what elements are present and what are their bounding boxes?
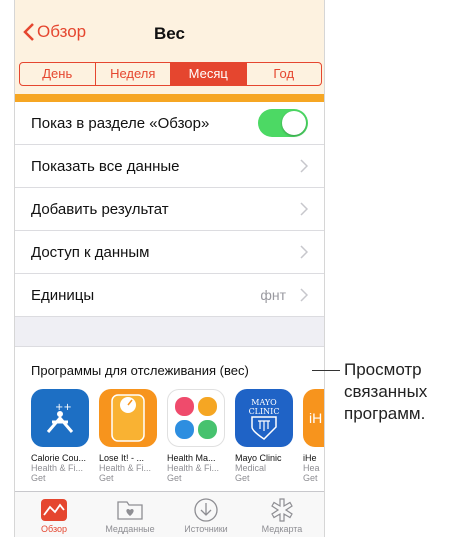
folder-heart-icon	[117, 501, 143, 520]
app-category: Health & Fi...	[99, 463, 152, 473]
segment-week[interactable]: Неделя	[96, 63, 171, 85]
callout-text: Просмотр связанных программ.	[344, 359, 427, 425]
ihealth-app-icon: iH	[303, 389, 324, 447]
data-access-row[interactable]: Доступ к данным	[15, 231, 324, 274]
app-category: Hea	[303, 463, 320, 473]
toggle-knob	[282, 111, 306, 135]
app-get-button[interactable]: Get	[167, 473, 233, 483]
tab-label: Медкарта	[261, 524, 303, 534]
svg-text:++: ++	[55, 402, 72, 413]
app-get-button[interactable]: Get	[303, 473, 324, 483]
tab-label: Источники	[184, 524, 228, 534]
show-all-data-row[interactable]: Показать все данные	[15, 145, 324, 188]
show-in-overview-row: Показ в разделе «Обзор»	[15, 102, 324, 145]
segment-month[interactable]: Месяц	[171, 63, 247, 85]
chevron-right-icon	[300, 202, 308, 216]
app-name: Calorie Cou...	[31, 453, 87, 463]
tab-sources[interactable]: Источники	[171, 496, 241, 534]
tab-overview[interactable]: Обзор	[19, 496, 89, 534]
app-get-button[interactable]: Get	[99, 473, 165, 483]
dashboard-icon	[41, 499, 67, 521]
show-all-data-label: Показать все данные	[31, 157, 180, 175]
units-row[interactable]: Единицы фнт	[15, 274, 324, 317]
section-heading: Программы для отслеживания (вес)	[31, 363, 249, 378]
app-tile[interactable]: ++ Calorie Cou... Health & Fi... Get	[31, 389, 97, 483]
app-name: iHe	[303, 453, 317, 463]
app-tile[interactable]: Lose It! - ... Health & Fi... Get	[99, 389, 165, 483]
app-get-button[interactable]: Get	[235, 473, 301, 483]
add-result-label: Добавить результат	[31, 200, 169, 218]
show-in-overview-toggle[interactable]	[258, 109, 308, 137]
app-category: Health & Fi...	[167, 463, 220, 473]
tab-medical-id[interactable]: Медкарта	[247, 496, 317, 534]
chevron-right-icon	[300, 159, 308, 173]
tracking-apps-section: Программы для отслеживания (вес) ++ Calo…	[15, 346, 324, 492]
chart-strip	[15, 94, 324, 102]
phone-screen: Обзор Вес День Неделя Месяц Год Показ в …	[14, 0, 325, 537]
chevron-right-icon	[300, 245, 308, 259]
app-name: Health Ma...	[167, 453, 216, 463]
app-get-button[interactable]: Get	[31, 473, 97, 483]
tab-health-data[interactable]: Медданные	[95, 496, 165, 534]
add-result-row[interactable]: Добавить результат	[15, 188, 324, 231]
segment-day[interactable]: День	[20, 63, 96, 85]
period-segmented-control: День Неделя Месяц Год	[19, 62, 322, 86]
settings-list: Показ в разделе «Обзор» Показать все дан…	[15, 102, 324, 317]
tab-bar: Обзор Медданные Источники Медкарта	[15, 491, 324, 537]
callout-line-1: Просмотр	[344, 360, 422, 379]
callout-pointer-line	[312, 370, 340, 371]
health-mate-app-icon	[167, 389, 225, 447]
mayo-clinic-app-icon: MAYO CLINIC	[235, 389, 293, 447]
segment-year[interactable]: Год	[247, 63, 322, 85]
svg-text:CLINIC: CLINIC	[249, 407, 280, 416]
myfitnesspal-app-icon: ++	[31, 389, 89, 447]
callout-line-3: программ.	[344, 404, 426, 423]
app-tile[interactable]: MAYO CLINIC Mayo Clinic Medical Get	[235, 389, 301, 483]
app-name: Mayo Clinic	[235, 453, 282, 463]
units-value: фнт	[260, 287, 286, 303]
download-circle-icon	[194, 498, 218, 522]
medical-star-icon	[271, 498, 293, 522]
chevron-right-icon	[300, 288, 308, 302]
data-access-label: Доступ к данным	[31, 243, 150, 261]
nav-bar: Обзор Вес День Неделя Месяц Год	[15, 0, 324, 94]
page-title: Вес	[154, 24, 185, 43]
app-name: Lose It! - ...	[99, 453, 145, 463]
app-category: Health & Fi...	[31, 463, 84, 473]
tab-label: Обзор	[41, 524, 67, 534]
tab-label: Медданные	[105, 524, 155, 534]
svg-text:MAYO: MAYO	[251, 398, 277, 407]
app-tile[interactable]: iH iHe Hea Get	[303, 389, 324, 483]
app-category: Medical	[235, 463, 267, 473]
lose-it-app-icon	[99, 389, 157, 447]
app-tile[interactable]: Health Ma... Health & Fi... Get	[167, 389, 233, 483]
callout-line-2: связанных	[344, 382, 428, 401]
